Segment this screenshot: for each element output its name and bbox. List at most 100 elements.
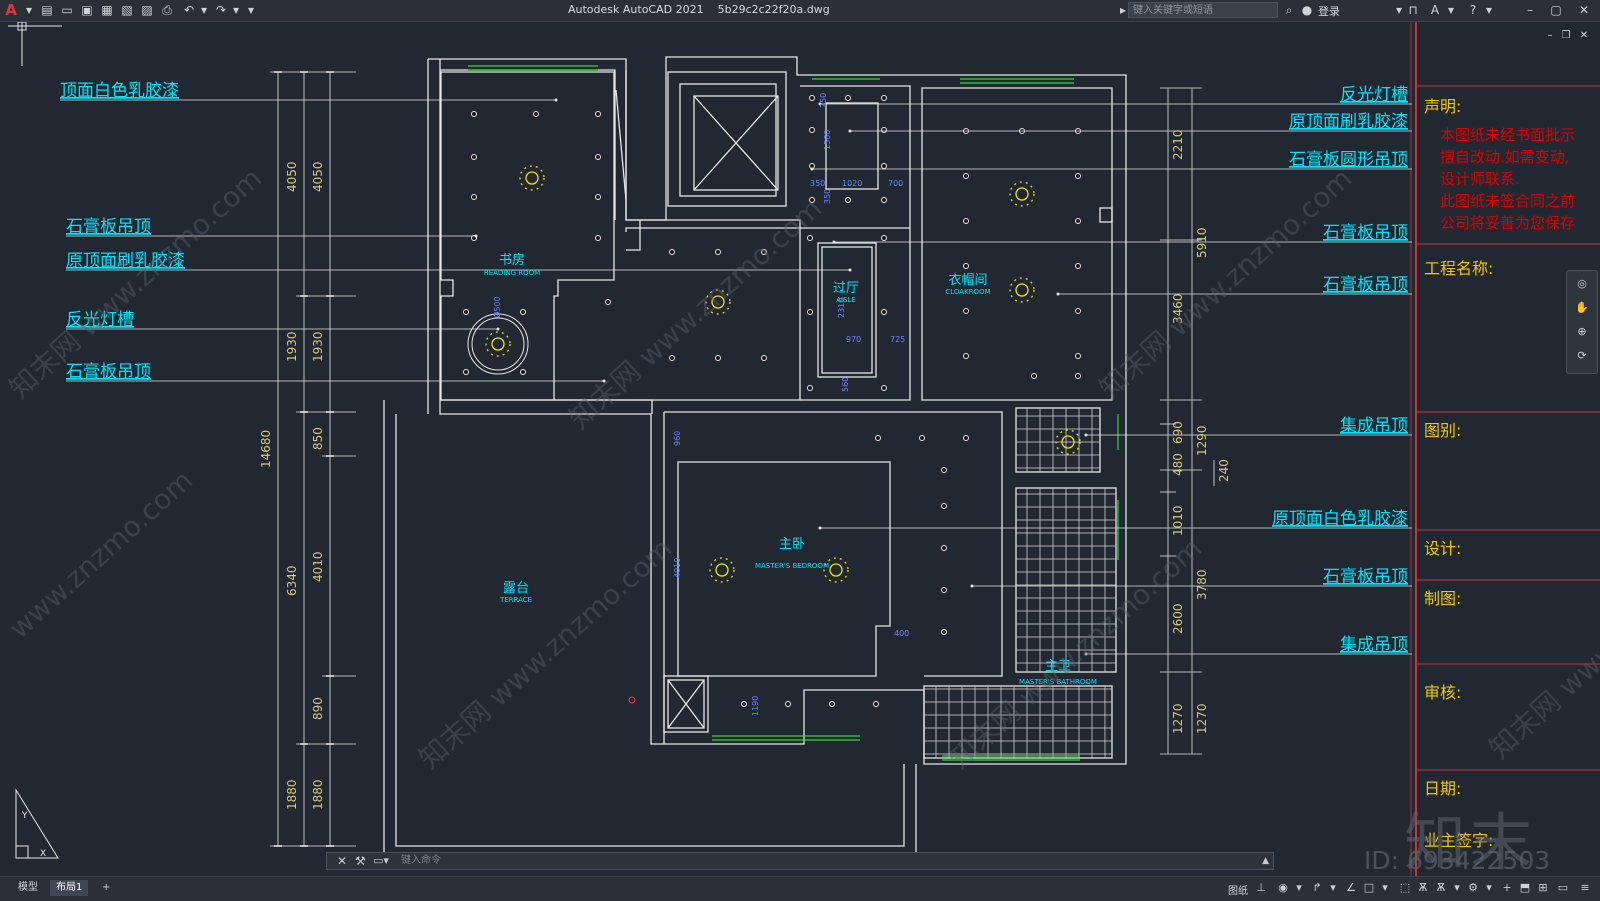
svg-text:890: 890 bbox=[311, 697, 325, 720]
svg-text:集成吊顶: 集成吊顶 bbox=[1340, 635, 1408, 655]
drawing-canvas[interactable]: Y X 250 1560 350 1020 700 350 2310 970 7… bbox=[0, 22, 1600, 876]
open-file-icon[interactable]: ▭ bbox=[60, 3, 74, 17]
workspace-gear-icon[interactable]: ⚙ bbox=[1466, 881, 1480, 895]
quick-properties-icon[interactable]: ⊞ bbox=[1536, 881, 1550, 895]
annotation-scale-icon[interactable]: ▾ bbox=[1450, 881, 1464, 895]
svg-text:1880: 1880 bbox=[311, 779, 325, 810]
app-dropdown-icon[interactable]: ▾ bbox=[1444, 3, 1458, 17]
viewport-close-icon[interactable]: ✕ bbox=[1576, 28, 1592, 44]
svg-text:石膏板圆形吊顶: 石膏板圆形吊顶 bbox=[1289, 149, 1408, 170]
cmd-expand-icon[interactable]: ▲ bbox=[1262, 853, 1269, 869]
add-layout-button[interactable]: + bbox=[96, 880, 116, 896]
viewport-minimize-icon[interactable]: – bbox=[1542, 28, 1558, 44]
polar-icon[interactable]: ∠ bbox=[1344, 881, 1358, 895]
svg-text:集成吊顶: 集成吊顶 bbox=[1340, 416, 1408, 436]
command-input[interactable]: 键入命令 bbox=[401, 854, 441, 868]
svg-text:石膏板吊顶: 石膏板吊顶 bbox=[66, 361, 151, 382]
units-icon[interactable]: ⬒ bbox=[1518, 881, 1532, 895]
login-link[interactable]: 登录 bbox=[1318, 3, 1340, 19]
customize-status-icon[interactable]: ≡ bbox=[1578, 881, 1592, 895]
plot-icon[interactable]: ⎙ bbox=[160, 3, 174, 17]
grid-icon[interactable]: ⊥ bbox=[1254, 881, 1268, 895]
undo-icon[interactable]: ↶ bbox=[182, 3, 196, 17]
autocad-logo-icon[interactable]: A bbox=[2, 1, 20, 19]
viewport-restore-icon[interactable]: ❐ bbox=[1558, 28, 1574, 44]
search-icon[interactable]: ⌕ bbox=[1282, 3, 1296, 17]
pan-icon[interactable]: ✋ bbox=[1575, 301, 1589, 315]
maximize-icon[interactable]: ▢ bbox=[1548, 2, 1564, 18]
svg-text:设计师联系.: 设计师联系. bbox=[1440, 170, 1520, 188]
redo-icon[interactable]: ↷ bbox=[214, 3, 228, 17]
svg-text:850: 850 bbox=[311, 427, 325, 450]
annotation-visibility-icon[interactable]: Ѫ bbox=[1416, 881, 1430, 895]
svg-text:480: 480 bbox=[1171, 453, 1185, 476]
cmd-history-icon[interactable]: ▭▾ bbox=[373, 853, 389, 869]
snap-dropdown-icon[interactable]: ▾ bbox=[1292, 881, 1306, 895]
annotation-monitor-icon[interactable]: + bbox=[1500, 881, 1514, 895]
svg-text:石膏板吊顶: 石膏板吊顶 bbox=[1323, 566, 1408, 587]
save-web-icon[interactable]: ▨ bbox=[140, 3, 154, 17]
paper-space-toggle[interactable]: 图纸 bbox=[1228, 882, 1248, 897]
user-icon[interactable]: ● bbox=[1300, 3, 1314, 17]
orbit-icon[interactable]: ⟳ bbox=[1575, 349, 1589, 363]
snap-icon[interactable]: ◉ bbox=[1276, 881, 1290, 895]
minimize-icon[interactable]: – bbox=[1522, 2, 1538, 18]
svg-text:石膏板吊顶: 石膏板吊顶 bbox=[1323, 274, 1408, 295]
svg-text:4010: 4010 bbox=[311, 551, 325, 582]
svg-text:400: 400 bbox=[894, 629, 909, 638]
svg-text:4050: 4050 bbox=[285, 161, 299, 192]
svg-text:1270: 1270 bbox=[1171, 703, 1185, 734]
cart-icon[interactable]: ⊓ bbox=[1406, 3, 1420, 17]
save-as-icon[interactable]: ▦ bbox=[100, 3, 114, 17]
svg-text:反光灯槽: 反光灯槽 bbox=[1340, 85, 1408, 105]
redo-dropdown-icon[interactable]: ▾ bbox=[229, 3, 243, 17]
title-bar: A ▾ ▤ ▭ ▣ ▦ ▧ ▨ ⎙ ↶ ▾ ↷ ▾ ▾ Autodesk Aut… bbox=[0, 0, 1600, 22]
svg-text:1010: 1010 bbox=[1171, 505, 1185, 536]
svg-text:3780: 3780 bbox=[1195, 569, 1209, 600]
customize-cmd-icon[interactable]: ⚒ bbox=[355, 853, 366, 869]
undo-dropdown-icon[interactable]: ▾ bbox=[197, 3, 211, 17]
svg-text:5910: 5910 bbox=[1195, 227, 1209, 258]
save-icon[interactable]: ▣ bbox=[80, 3, 94, 17]
login-dropdown-icon[interactable]: ▾ bbox=[1392, 3, 1406, 17]
close-cmd-icon[interactable]: ✕ bbox=[337, 853, 347, 869]
osnap-icon[interactable]: □ bbox=[1362, 881, 1376, 895]
svg-text:图别:: 图别: bbox=[1424, 421, 1461, 440]
new-file-icon[interactable]: ▤ bbox=[40, 3, 54, 17]
auto-scale-icon[interactable]: Ѫ bbox=[1434, 881, 1448, 895]
autodesk-app-icon[interactable]: A bbox=[1428, 3, 1442, 17]
svg-text:CLOAKROOM: CLOAKROOM bbox=[945, 288, 990, 296]
zoom-extents-icon[interactable]: ⊕ bbox=[1575, 325, 1589, 339]
steering-wheel-icon[interactable]: ◎ bbox=[1575, 277, 1589, 291]
ortho-dropdown-icon[interactable]: ▾ bbox=[1326, 881, 1340, 895]
search-input[interactable]: 键入关键字或短语 bbox=[1128, 2, 1278, 18]
watermarks: 知末网 www.znzmo.com www.znzmo.com 知末网 www.… bbox=[3, 161, 1600, 775]
svg-text:1880: 1880 bbox=[285, 779, 299, 810]
svg-text:6340: 6340 bbox=[285, 565, 299, 596]
svg-text:知末网 www.znzmo.com: 知末网 www.znzmo.com bbox=[1093, 161, 1359, 405]
svg-text:主卧: 主卧 bbox=[779, 537, 805, 552]
svg-text:设计:: 设计: bbox=[1424, 539, 1461, 558]
svg-text:1930: 1930 bbox=[285, 331, 299, 362]
open-web-icon[interactable]: ▧ bbox=[120, 3, 134, 17]
svg-text:石膏板吊顶: 石膏板吊顶 bbox=[1323, 222, 1408, 243]
tab-model[interactable]: 模型 bbox=[12, 880, 44, 896]
clean-screen-icon[interactable]: ▭ bbox=[1556, 881, 1570, 895]
workspace-dropdown-icon[interactable]: ▾ bbox=[1482, 881, 1496, 895]
app-menu-chevron-icon[interactable]: ▾ bbox=[22, 3, 36, 17]
svg-text:擅自改动.如需变动,: 擅自改动.如需变动, bbox=[1440, 148, 1570, 166]
select-cycle-icon[interactable]: ⬚ bbox=[1398, 881, 1412, 895]
osnap-dropdown-icon[interactable]: ▾ bbox=[1378, 881, 1392, 895]
svg-text:1270: 1270 bbox=[1195, 703, 1209, 734]
svg-text:350: 350 bbox=[810, 179, 825, 188]
ortho-icon[interactable]: ↱ bbox=[1310, 881, 1324, 895]
close-icon[interactable]: ✕ bbox=[1576, 2, 1592, 18]
help-icon[interactable]: ? bbox=[1466, 3, 1480, 17]
help-dropdown-icon[interactable]: ▾ bbox=[1482, 3, 1496, 17]
dimension-labels-left: 14680 4050 1930 6340 1880 4050 1930 850 … bbox=[259, 161, 325, 810]
svg-text:声明:: 声明: bbox=[1424, 97, 1461, 116]
tab-layout1[interactable]: 布局1 bbox=[50, 880, 89, 896]
command-line[interactable]: ✕ ⚒ ▭▾ 键入命令 ▲ bbox=[326, 852, 1274, 870]
customize-toolbar-icon[interactable]: ▾ bbox=[244, 3, 258, 17]
svg-text:14680: 14680 bbox=[259, 430, 273, 468]
